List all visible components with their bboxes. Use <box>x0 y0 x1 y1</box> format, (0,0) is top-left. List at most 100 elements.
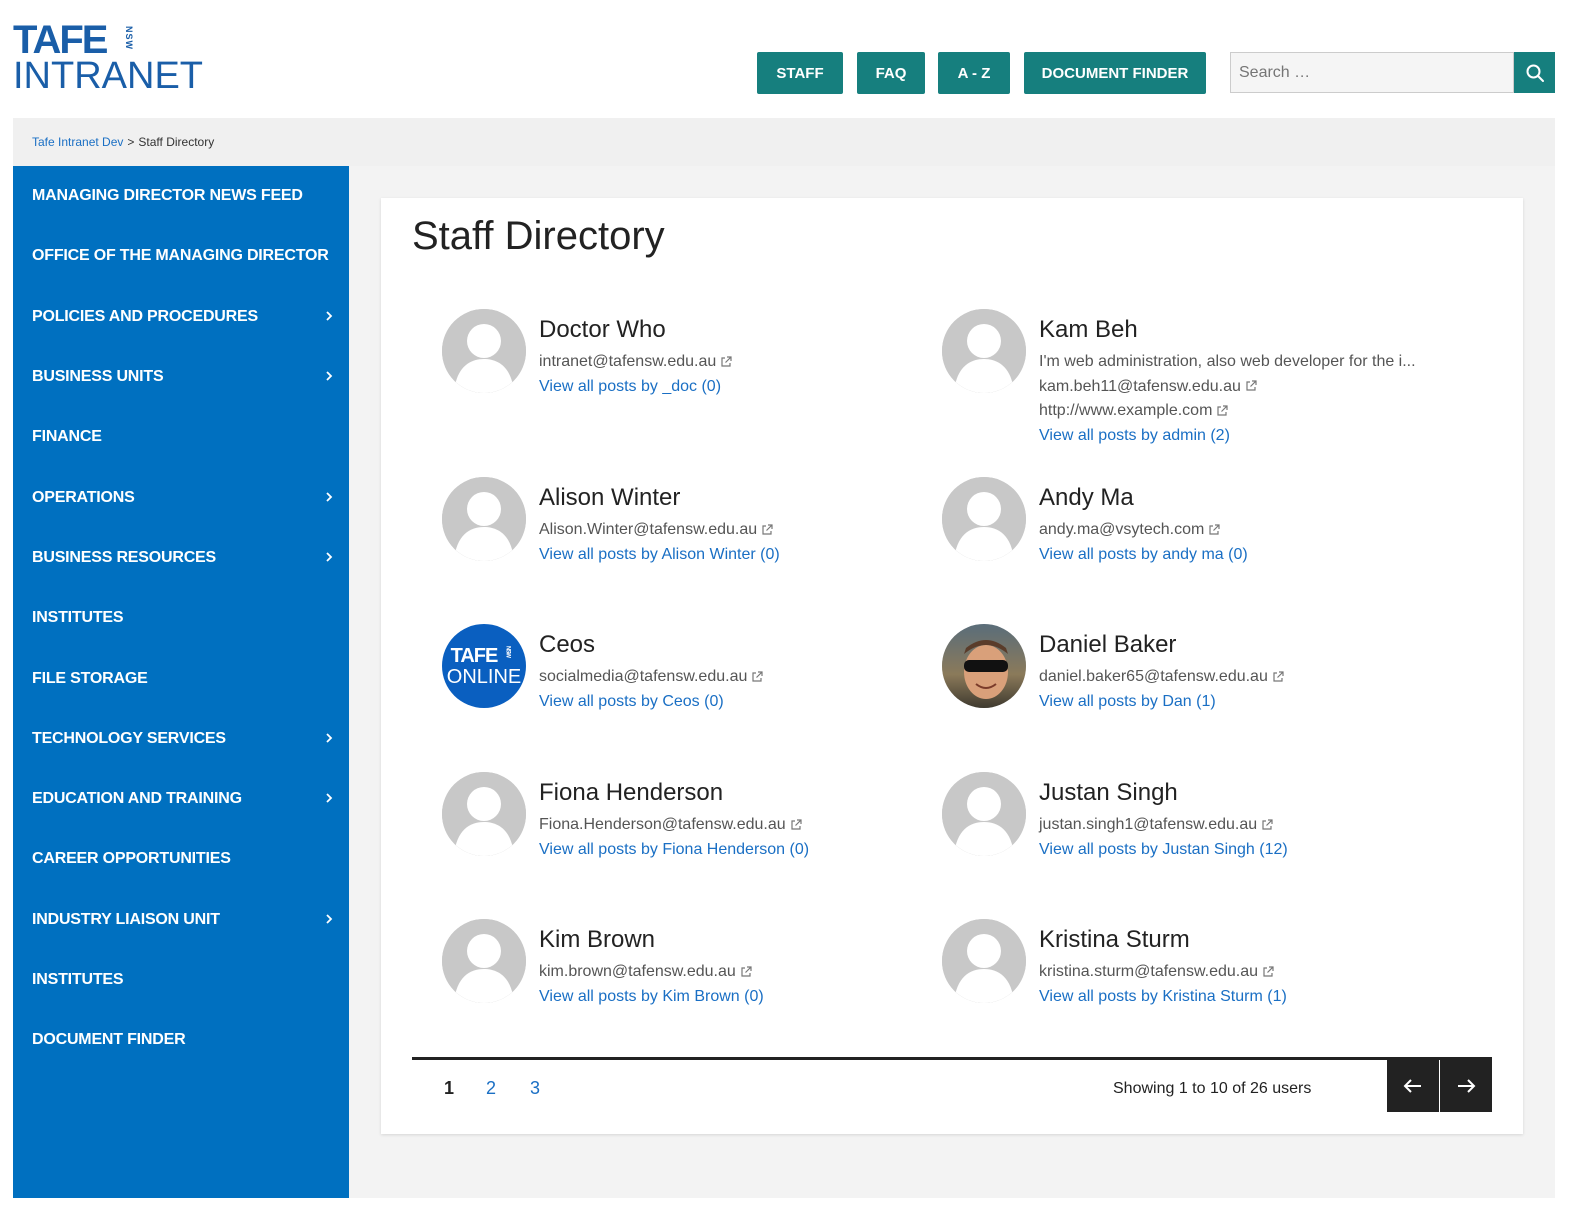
faq-button[interactable]: FAQ <box>857 52 925 94</box>
external-link-icon <box>1263 966 1274 977</box>
sidebar-item-label: OPERATIONS <box>32 488 135 506</box>
chevron-right-icon[interactable] <box>325 791 333 807</box>
next-page-button[interactable] <box>1440 1059 1492 1112</box>
sidebar-item-technology-services[interactable]: TECHNOLOGY SERVICES <box>13 709 349 769</box>
chevron-right-icon[interactable] <box>325 731 333 747</box>
staff-posts-link[interactable]: View all posts by andy ma (0) <box>1039 546 1248 564</box>
staff-name: Alison Winter <box>539 484 681 511</box>
page-link-3[interactable]: 3 <box>530 1078 540 1099</box>
search-button[interactable] <box>1514 52 1555 93</box>
sidebar-item-office-of-the-managing-director[interactable]: OFFICE OF THE MANAGING DIRECTOR <box>13 226 349 286</box>
staff-posts-link-text: View all posts by andy ma (0) <box>1039 545 1248 563</box>
staff-posts-link[interactable]: View all posts by Alison Winter (0) <box>539 546 780 564</box>
sidebar-nav: MANAGING DIRECTOR NEWS FEED OFFICE OF THE… <box>13 166 349 1198</box>
sidebar-item-label: EDUCATION AND TRAINING <box>32 790 242 808</box>
avatar-logo-tafe: TAFE <box>450 645 499 667</box>
staff-posts-link[interactable]: View all posts by _doc (0) <box>539 378 721 396</box>
sidebar-item-finance[interactable]: FINANCE <box>13 407 349 467</box>
staff-email-link[interactable]: daniel.baker65@tafensw.edu.au <box>1039 668 1284 686</box>
staff-posts-link[interactable]: View all posts by admin (2) <box>1039 427 1230 445</box>
chevron-right-icon[interactable] <box>325 369 333 385</box>
staff-posts-link-text: View all posts by Alison Winter (0) <box>539 545 780 563</box>
staff-name: Doctor Who <box>539 316 666 343</box>
staff-bio-text: I'm web administration, also web develop… <box>1039 353 1416 370</box>
sidebar-item-business-units[interactable]: BUSINESS UNITS <box>13 347 349 407</box>
external-link-icon <box>791 819 802 830</box>
staff-email-link-text: kim.brown@tafensw.edu.au <box>539 963 736 980</box>
logo-nsw-text: NSW <box>124 26 134 50</box>
staff-email-link[interactable]: kristina.sturm@tafensw.edu.au <box>1039 963 1274 981</box>
sidebar-item-career-opportunities[interactable]: CAREER OPPORTUNITIES <box>13 829 349 889</box>
chevron-right-icon[interactable] <box>325 490 333 506</box>
external-link-icon <box>1217 405 1229 416</box>
sidebar-item-industry-liaison-unit[interactable]: INDUSTRY LIAISON UNIT <box>13 890 349 950</box>
chevron-right-icon[interactable] <box>325 309 333 325</box>
staff-email-link[interactable]: justan.singh1@tafensw.edu.au <box>1039 816 1273 834</box>
staff-posts-link[interactable]: View all posts by Ceos (0) <box>539 693 724 711</box>
logo-intranet-text: INTRANET <box>13 55 203 97</box>
sidebar-item-education-and-training[interactable]: EDUCATION AND TRAINING <box>13 769 349 829</box>
document-finder-button[interactable]: DOCUMENT FINDER <box>1024 52 1206 94</box>
sidebar-item-file-storage[interactable]: FILE STORAGE <box>13 648 349 708</box>
staff-posts-link-text: View all posts by Dan (1) <box>1039 692 1216 710</box>
staff-name: Kristina Sturm <box>1039 926 1190 953</box>
external-link-icon <box>721 356 732 367</box>
avatar: TAFE NSW ONLINE <box>442 624 526 708</box>
external-link-icon <box>1209 524 1220 535</box>
sidebar-item-operations[interactable]: OPERATIONS <box>13 467 349 527</box>
search-input[interactable] <box>1231 53 1513 92</box>
staff-posts-link[interactable]: View all posts by Kim Brown (0) <box>539 988 764 1006</box>
staff-button[interactable]: STAFF <box>757 52 843 94</box>
sidebar-item-policies-and-procedures[interactable]: POLICIES AND PROCEDURES <box>13 287 349 347</box>
sidebar-item-label: POLICIES AND PROCEDURES <box>32 307 258 325</box>
staff-email-link-text: andy.ma@vsytech.com <box>1039 521 1205 538</box>
site-header: TAFE NSW INTRANET STAFF FAQ A - Z DOCUME… <box>0 0 1586 118</box>
sidebar-item-label: INSTITUTES <box>32 609 124 627</box>
sidebar-item-business-resources[interactable]: BUSINESS RESOURCES <box>13 528 349 588</box>
staff-email-link-text: kristina.sturm@tafensw.edu.au <box>1039 963 1259 980</box>
staff-posts-link-text: View all posts by Kristina Sturm (1) <box>1039 987 1287 1005</box>
avatar <box>442 919 526 1003</box>
chevron-right-icon[interactable] <box>325 912 333 928</box>
logo-tafe-text: TAFE <box>13 18 108 62</box>
avatar <box>442 772 526 856</box>
staff-posts-link[interactable]: View all posts by Kristina Sturm (1) <box>1039 988 1287 1006</box>
external-link-icon <box>762 524 773 535</box>
sidebar-item-institutes[interactable]: INSTITUTES <box>13 950 349 1010</box>
staff-email-link[interactable]: Alison.Winter@tafensw.edu.au <box>539 521 773 539</box>
staff-card: Kam Beh I'm web administration, also web … <box>942 309 1422 449</box>
previous-page-button[interactable] <box>1387 1059 1439 1112</box>
page-link-1[interactable]: 1 <box>444 1078 454 1099</box>
staff-email-link[interactable]: kim.brown@tafensw.edu.au <box>539 963 752 981</box>
staff-email-link-text: intranet@tafensw.edu.au <box>539 353 717 370</box>
external-link-icon <box>1262 819 1273 830</box>
avatar-logo-online: ONLINE <box>446 666 522 688</box>
breadcrumb-home-link[interactable]: Tafe Intranet Dev <box>32 135 123 149</box>
sidebar-item-document-finder[interactable]: DOCUMENT FINDER <box>13 1010 349 1070</box>
staff-email-link[interactable]: Fiona.Henderson@tafensw.edu.au <box>539 816 802 834</box>
staff-name: Andy Ma <box>1039 484 1134 511</box>
avatar <box>942 477 1026 561</box>
staff-email-link[interactable]: socialmedia@tafensw.edu.au <box>539 668 763 686</box>
chevron-right-icon[interactable] <box>325 550 333 566</box>
staff-posts-link-text: View all posts by Justan Singh (12) <box>1039 840 1288 858</box>
staff-posts-link-text: View all posts by Ceos (0) <box>539 692 724 710</box>
tafe-intranet-logo[interactable]: TAFE NSW INTRANET <box>13 18 223 97</box>
staff-posts-link[interactable]: View all posts by Fiona Henderson (0) <box>539 841 809 859</box>
sidebar-item-institutes[interactable]: INSTITUTES <box>13 588 349 648</box>
a-z-button[interactable]: A - Z <box>938 52 1010 94</box>
staff-email-link-text: daniel.baker65@tafensw.edu.au <box>1039 668 1268 685</box>
breadcrumb-current: Staff Directory <box>138 135 215 149</box>
staff-card: Kristina Sturm kristina.sturm@tafensw.edu… <box>942 919 1422 1059</box>
sidebar-item-label: BUSINESS RESOURCES <box>32 548 216 566</box>
staff-name: Ceos <box>539 631 596 658</box>
staff-posts-link[interactable]: View all posts by Dan (1) <box>1039 693 1216 711</box>
staff-email-link[interactable]: andy.ma@vsytech.com <box>1039 521 1220 539</box>
staff-posts-link-text: View all posts by _doc (0) <box>539 377 722 395</box>
page-link-2[interactable]: 2 <box>486 1078 496 1099</box>
staff-posts-link[interactable]: View all posts by Justan Singh (12) <box>1039 841 1288 859</box>
staff-email-link[interactable]: intranet@tafensw.edu.au <box>539 353 732 371</box>
staff-email-link[interactable]: kam.beh11@tafensw.edu.au <box>1039 378 1257 396</box>
staff-website-link[interactable]: http://www.example.com <box>1039 402 1229 420</box>
sidebar-item-managing-director-news-feed[interactable]: MANAGING DIRECTOR NEWS FEED <box>13 166 349 226</box>
